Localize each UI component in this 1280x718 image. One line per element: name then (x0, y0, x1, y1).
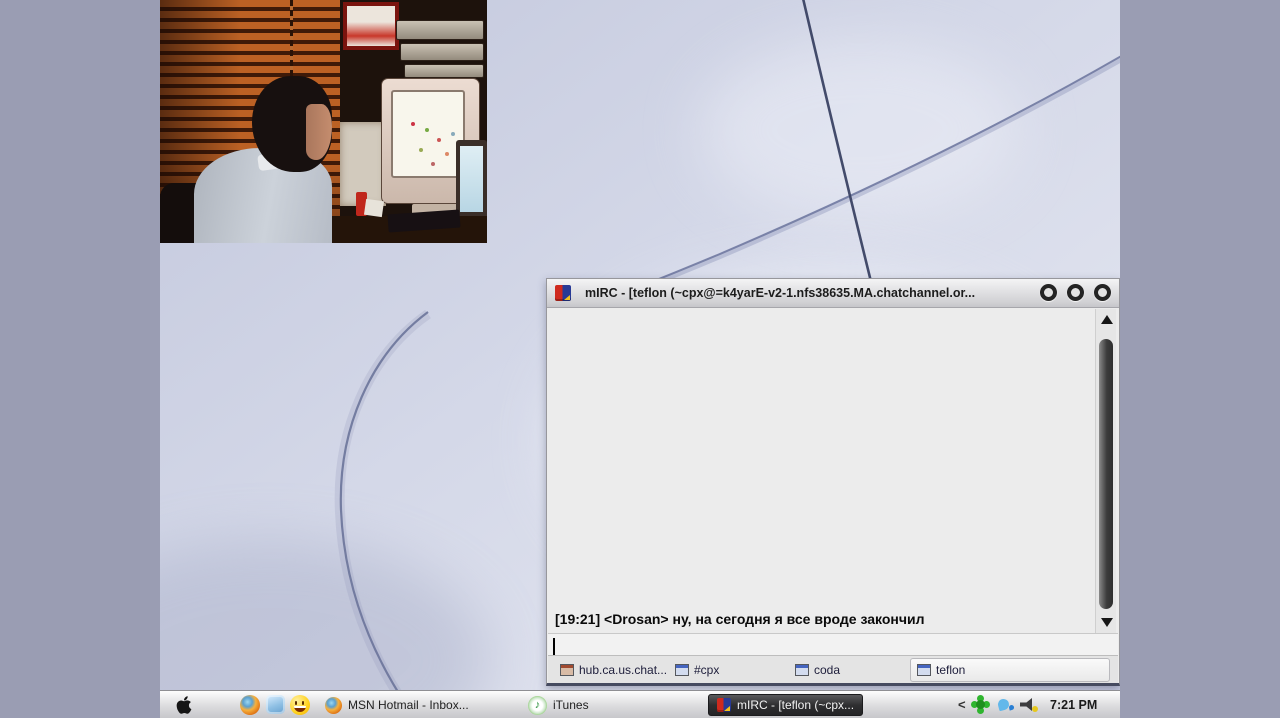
webcam-equipment-box (404, 64, 484, 78)
webcam-equipment-box (400, 43, 484, 61)
webcam-equipment-box (396, 20, 484, 40)
task-label: MSN Hotmail - Inbox... (348, 698, 469, 712)
messenger-icon[interactable] (266, 695, 285, 714)
channel-window-icon (675, 664, 689, 676)
mirc-icon (717, 698, 731, 712)
chat-scrollbar[interactable] (1095, 309, 1116, 633)
webcam-crt-screen (391, 90, 465, 178)
smiley-eye (302, 701, 304, 705)
webcam-second-screen (460, 146, 483, 212)
webcam-wall-poster (343, 2, 399, 50)
firefox-icon (325, 697, 342, 714)
scroll-up-icon[interactable] (1101, 315, 1113, 324)
switchbar-button-channel[interactable]: #cpx (675, 658, 719, 682)
taskbar: MSN Hotmail - Inbox... ♪ iTunes mIRC - [… (160, 690, 1120, 718)
chat-message: [19:21] <Drosan> ну, на сегодня я все вр… (555, 611, 924, 627)
switchbar-button-status[interactable]: hub.ca.us.chat... (560, 658, 667, 682)
taskbar-clock[interactable]: 7:21 PM (1050, 698, 1097, 712)
status-window-icon (560, 664, 574, 676)
firefox-icon[interactable] (240, 695, 260, 715)
smiley-mouth (294, 706, 306, 712)
switchbar-button-coda[interactable]: coda (795, 658, 840, 682)
webcam-second-monitor (456, 140, 487, 224)
taskbar-task-msn-hotmail[interactable]: MSN Hotmail - Inbox... (325, 694, 469, 716)
scrollbar-thumb[interactable] (1099, 339, 1113, 609)
window-title: mIRC - [teflon (~cpx@=k4yarE-v2-1.nfs386… (585, 286, 975, 300)
taskbar-task-mirc[interactable]: mIRC - [teflon (~cpx... (708, 694, 863, 716)
switchbar-label: #cpx (694, 663, 719, 677)
task-label: iTunes (553, 698, 589, 712)
switchbar-label: hub.ca.us.chat... (579, 663, 667, 677)
smiley-eye (295, 701, 297, 705)
query-window-icon (795, 664, 809, 676)
text-caret (553, 638, 555, 656)
query-window-icon (917, 664, 931, 676)
webcam-screen-content (411, 122, 415, 126)
switchbar-label: teflon (936, 663, 965, 677)
desktop: mIRC - [teflon (~cpx@=k4yarE-v2-1.nfs386… (160, 0, 1120, 718)
close-button[interactable] (1094, 284, 1111, 301)
mirc-window: mIRC - [teflon (~cpx@=k4yarE-v2-1.nfs386… (546, 278, 1120, 686)
apple-icon[interactable] (174, 695, 194, 715)
itunes-icon: ♪ (528, 696, 547, 715)
window-controls (1040, 284, 1111, 301)
switchbar-button-teflon[interactable]: teflon (910, 658, 1110, 682)
mirc-titlebar[interactable]: mIRC - [teflon (~cpx@=k4yarE-v2-1.nfs386… (547, 279, 1119, 308)
switchbar-label: coda (814, 663, 840, 677)
minimize-button[interactable] (1040, 284, 1057, 301)
scroll-down-icon[interactable] (1101, 618, 1113, 627)
webcam-video (160, 0, 487, 243)
smiley-icon[interactable] (290, 695, 310, 715)
chat-message-area[interactable]: [19:21] <Drosan> ну, на сегодня я все вр… (548, 308, 1094, 633)
mirc-switchbar: hub.ca.us.chat... #cpx coda teflon (548, 655, 1118, 683)
tray-collapse-chevron-icon[interactable]: < (958, 697, 966, 712)
green-flower-icon[interactable] (976, 700, 985, 709)
speaker-badge (1032, 706, 1038, 712)
blue-drops-icon[interactable] (997, 698, 1010, 711)
webcam-desk-paper (364, 199, 384, 217)
maximize-button[interactable] (1067, 284, 1084, 301)
task-label: mIRC - [teflon (~cpx... (737, 698, 854, 712)
taskbar-task-itunes[interactable]: ♪ iTunes (528, 694, 589, 716)
mirc-icon[interactable] (555, 285, 571, 301)
